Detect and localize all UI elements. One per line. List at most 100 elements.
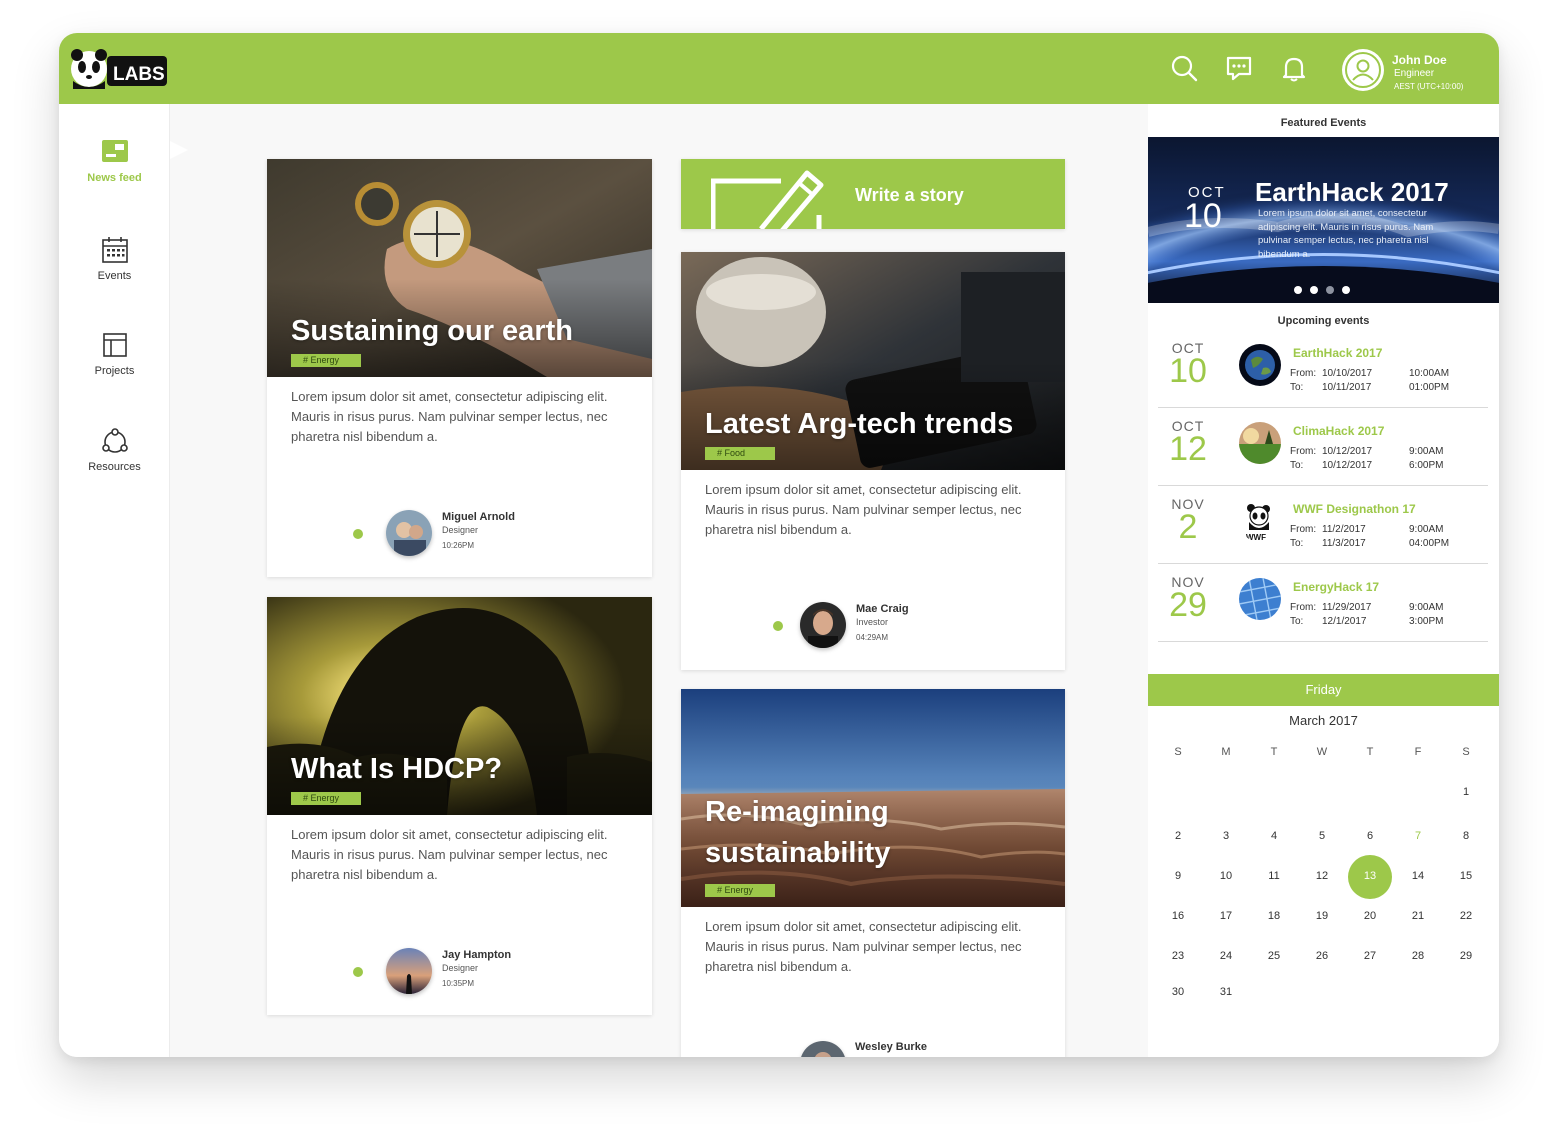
event-to-time: 01:00PM xyxy=(1409,382,1450,393)
calendar-day[interactable]: 12 xyxy=(1302,870,1342,882)
event-row[interactable]: OCT 12 ClimaHack 2017 From: 10/12/2017 9… xyxy=(1158,408,1488,486)
calendar-day[interactable]: 23 xyxy=(1158,950,1198,962)
nav-item-resources[interactable]: Resources xyxy=(59,426,170,473)
calendar-day[interactable]: 5 xyxy=(1302,830,1342,842)
calendar-day-header: F xyxy=(1414,746,1422,758)
event-to-time: 6:00PM xyxy=(1409,460,1444,471)
story-excerpt: Lorem ipsum dolor sit amet, consectetur … xyxy=(705,482,1022,537)
event-row[interactable]: NOV 2 WWF WWF Designathon 17 From: 11/2/… xyxy=(1158,486,1488,564)
chat-icon[interactable] xyxy=(1224,53,1254,83)
calendar-day[interactable]: 27 xyxy=(1350,950,1390,962)
event-from-label: From: xyxy=(1290,368,1317,379)
carousel-dot[interactable] xyxy=(1326,286,1334,294)
story-card[interactable]: Sustaining our earth # Energy Lorem ipsu… xyxy=(267,159,652,577)
bell-icon[interactable] xyxy=(1279,53,1309,83)
event-title: EnergyHack 17 xyxy=(1293,580,1380,594)
calendar-day[interactable]: 16 xyxy=(1158,910,1198,922)
event-day: 10 xyxy=(1169,352,1207,390)
nav-item-news-feed[interactable]: News feed xyxy=(59,137,170,184)
calendar-day-header: S xyxy=(1174,746,1182,758)
calendar-day[interactable]: 4 xyxy=(1254,830,1294,842)
calendar-day[interactable]: 3 xyxy=(1206,830,1246,842)
upcoming-events-heading: Upcoming events xyxy=(1277,315,1370,327)
event-to-time: 04:00PM xyxy=(1409,538,1450,549)
calendar-day[interactable]: 20 xyxy=(1350,910,1390,922)
author-avatar[interactable] xyxy=(386,948,432,994)
calendar-day[interactable]: 9 xyxy=(1158,870,1198,882)
calendar-month-label[interactable]: March 2017 xyxy=(1148,713,1499,728)
calendar-day[interactable]: 11 xyxy=(1254,870,1294,882)
event-from-label: From: xyxy=(1290,524,1317,535)
top-bar: LABS John Doe Engineer AEST (UTC+10:00) xyxy=(59,33,1499,104)
event-row[interactable]: OCT 10 EarthHack 2017 From: 10/10/2017 1… xyxy=(1158,330,1488,408)
event-from-time: 9:00AM xyxy=(1409,446,1444,457)
featured-event-carousel[interactable]: OCT 10 EarthHack 2017 Lorem ipsum dolor … xyxy=(1148,137,1499,303)
calendar-day[interactable]: 2 xyxy=(1158,830,1198,842)
story-tag[interactable]: # Energy xyxy=(705,884,775,897)
story-title-line: sustainability xyxy=(705,837,891,869)
event-from-date: 11/2/2017 xyxy=(1322,524,1366,535)
story-card[interactable]: What Is HDCP? # Energy Lorem ipsum dolor… xyxy=(267,597,652,1015)
nav-item-events[interactable]: Events xyxy=(59,235,170,282)
story-tag[interactable]: # Food xyxy=(705,447,775,460)
author-avatar[interactable] xyxy=(800,602,846,648)
story-title: Latest Arg-tech trends xyxy=(705,408,1014,440)
calendar-day[interactable]: 29 xyxy=(1446,950,1486,962)
story-tag[interactable]: # Energy xyxy=(291,792,361,805)
calendar-day[interactable]: 31 xyxy=(1206,986,1246,998)
carousel-dot[interactable] xyxy=(1294,286,1302,294)
carousel-dot[interactable] xyxy=(1342,286,1350,294)
calendar-day[interactable]: 24 xyxy=(1206,950,1246,962)
author-role: Investor xyxy=(856,617,889,627)
event-row[interactable]: NOV 29 EnergyHack 17 From: 11/29/2017 9:… xyxy=(1158,564,1488,642)
author-role: Designer xyxy=(442,525,479,535)
calendar-day-header: T xyxy=(1366,746,1374,758)
author-avatar[interactable] xyxy=(386,510,432,556)
event-from-time: 10:00AM xyxy=(1409,368,1450,379)
online-indicator xyxy=(773,621,783,631)
calendar-day[interactable]: 14 xyxy=(1398,870,1438,882)
active-nav-pointer xyxy=(170,141,188,159)
calendar-day[interactable]: 6 xyxy=(1350,830,1390,842)
search-icon[interactable] xyxy=(1169,53,1199,83)
calendar-day[interactable]: 21 xyxy=(1398,910,1438,922)
story-card[interactable]: Latest Arg-tech trends # Food Lorem ipsu… xyxy=(681,252,1065,670)
event-thumbnail-landscape xyxy=(1239,422,1281,464)
calendar-day[interactable]: 25 xyxy=(1254,950,1294,962)
calendar-day[interactable]: 17 xyxy=(1206,910,1246,922)
story-title: What Is HDCP? xyxy=(291,753,503,785)
featured-event-day: 10 xyxy=(1184,197,1222,235)
event-to-label: To: xyxy=(1290,460,1304,471)
write-story-button[interactable]: Write a story xyxy=(681,159,1065,229)
calendar-day[interactable]: 22 xyxy=(1446,910,1486,922)
calendar-day[interactable]: 30 xyxy=(1158,986,1198,998)
calendar-day[interactable]: 8 xyxy=(1446,830,1486,842)
author-avatar[interactable] xyxy=(800,1041,846,1057)
compose-icon xyxy=(711,170,824,229)
calendar-day[interactable]: 10 xyxy=(1206,870,1246,882)
event-from-time: 9:00AM xyxy=(1409,602,1444,613)
wwf-labs-logo[interactable]: LABS xyxy=(69,47,169,91)
carousel-dot[interactable] xyxy=(1310,286,1318,294)
calendar-day[interactable]: 7 xyxy=(1398,830,1438,842)
calendar-day[interactable]: 19 xyxy=(1302,910,1342,922)
calendar-day-selected[interactable]: 13 xyxy=(1350,870,1390,882)
calendar-day[interactable]: 26 xyxy=(1302,950,1342,962)
story-card[interactable]: Re-imagining sustainability # Energy Lor… xyxy=(681,689,1065,1057)
event-from-label: From: xyxy=(1290,446,1317,457)
event-day: 29 xyxy=(1169,586,1207,624)
nav-item-projects[interactable]: Projects xyxy=(59,330,170,377)
calendar-day-header: W xyxy=(1316,746,1328,758)
story-excerpt: Lorem ipsum dolor sit amet, consectetur … xyxy=(291,389,608,444)
calendar-day[interactable]: 1 xyxy=(1446,786,1486,798)
calendar-day[interactable]: 18 xyxy=(1254,910,1294,922)
event-title: EarthHack 2017 xyxy=(1293,346,1383,360)
event-to-date: 12/1/2017 xyxy=(1322,616,1367,627)
event-from-date: 11/29/2017 xyxy=(1322,602,1372,613)
story-tag[interactable]: # Energy xyxy=(291,354,361,367)
calendar-day[interactable]: 15 xyxy=(1446,870,1486,882)
user-avatar[interactable] xyxy=(1342,49,1384,91)
resources-icon xyxy=(101,428,128,453)
calendar-day[interactable]: 28 xyxy=(1398,950,1438,962)
author-name: Miguel Arnold xyxy=(442,511,515,523)
